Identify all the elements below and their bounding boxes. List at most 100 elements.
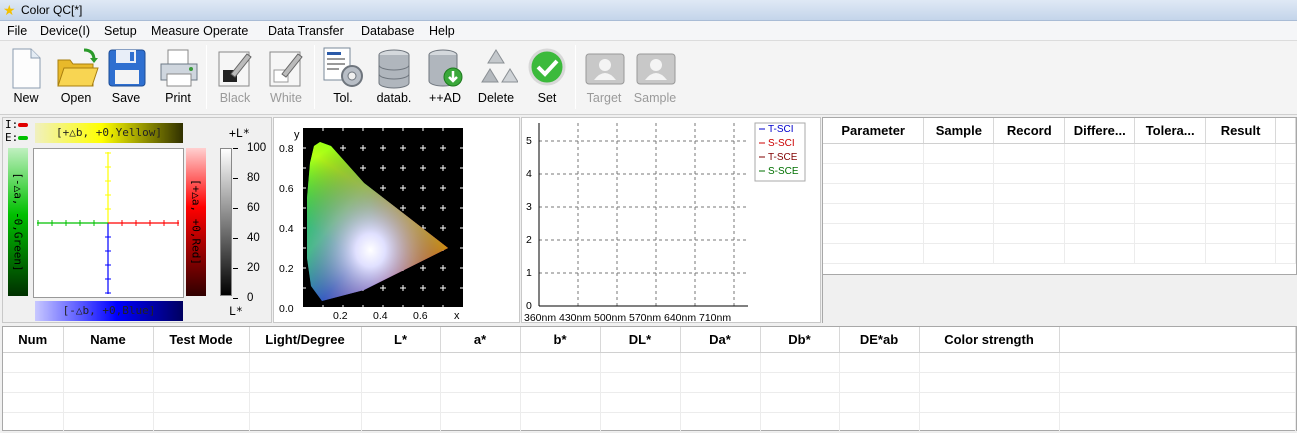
new-button[interactable]: New	[2, 41, 50, 113]
print-label: Print	[165, 91, 191, 105]
column-header[interactable]: Differe...	[1064, 118, 1136, 144]
table-cell	[839, 412, 920, 433]
parameter-table: Parameter Sample Record Differe... Tolera...…	[823, 118, 1296, 264]
legend-entry: T-SCE	[768, 152, 798, 163]
database-button[interactable]: datab.	[370, 41, 418, 113]
menu-setup[interactable]: Setup	[104, 24, 137, 38]
target-person-icon	[585, 53, 625, 85]
column-header[interactable]: Parameter	[823, 118, 925, 144]
column-header[interactable]: Result	[1205, 118, 1277, 144]
add-record-button[interactable]: ++AD	[421, 41, 469, 113]
toolbar: New Open Save Print Black White Tol. dat…	[0, 41, 1297, 115]
table-row[interactable]	[3, 352, 1296, 373]
table-cell	[1134, 163, 1207, 184]
delete-button[interactable]: Delete	[472, 41, 520, 113]
table-cell	[839, 392, 920, 413]
table-cell	[440, 352, 521, 373]
table-cell	[1134, 143, 1207, 164]
lightness-tick-mark	[233, 238, 238, 239]
save-button[interactable]: Save	[102, 41, 150, 113]
column-header[interactable]: Light/Degree	[249, 327, 362, 353]
column-header[interactable]: Test Mode	[153, 327, 250, 353]
table-cell	[1064, 143, 1136, 164]
spectrum-y-tick-label: 2	[526, 234, 532, 246]
table-row[interactable]	[823, 163, 1296, 184]
menu-help[interactable]: Help	[429, 24, 455, 38]
column-header[interactable]: Tolera...	[1134, 118, 1207, 144]
table-cell	[760, 392, 840, 413]
table-cell	[153, 412, 250, 433]
e-indicator-label: E:	[5, 131, 19, 144]
ab-color-difference-panel: I: E: [+△b, +0,Yellow] [-△b, +0,Blue] [-…	[2, 117, 272, 323]
table-cell	[520, 372, 601, 393]
column-header[interactable]: b*	[520, 327, 601, 353]
table-row[interactable]	[823, 183, 1296, 204]
table-cell	[993, 143, 1066, 164]
table-row[interactable]	[3, 412, 1296, 433]
column-header[interactable]: L*	[361, 327, 441, 353]
table-cell	[440, 372, 521, 393]
menu-device[interactable]: Device(I)	[40, 24, 90, 38]
column-header[interactable]: Name	[63, 327, 154, 353]
menu-file[interactable]: File	[7, 24, 27, 38]
table-row[interactable]	[823, 243, 1296, 264]
black-button[interactable]: Black	[211, 41, 259, 113]
menu-database[interactable]: Database	[361, 24, 415, 38]
table-cell	[1059, 352, 1296, 373]
table-cell	[1205, 223, 1277, 244]
cie-x-tick-label: 0.2	[333, 310, 348, 322]
open-button[interactable]: Open	[52, 41, 100, 113]
table-cell	[823, 223, 925, 244]
table-cell	[1134, 243, 1207, 264]
table-cell	[1064, 163, 1136, 184]
cie-x-tick-label: 0.4	[373, 310, 388, 322]
spectrum-y-tick-label: 5	[526, 135, 532, 147]
column-header[interactable]: DE*ab	[839, 327, 920, 353]
table-cell	[923, 243, 995, 264]
table-cell	[600, 352, 681, 373]
column-header[interactable]: Num	[3, 327, 64, 353]
lightness-tick-label: 20	[247, 262, 260, 274]
column-header[interactable]: DL*	[600, 327, 681, 353]
table-cell	[520, 412, 601, 433]
sample-label: Sample	[633, 91, 677, 105]
spectrum-x-tick-label: 710nm	[699, 312, 731, 324]
column-header[interactable]: Sample	[923, 118, 995, 144]
table-cell	[1205, 183, 1277, 204]
table-row[interactable]	[823, 143, 1296, 164]
table-row[interactable]	[823, 223, 1296, 244]
table-row[interactable]	[823, 203, 1296, 224]
tolerance-button[interactable]: Tol.	[319, 41, 367, 113]
table-cell	[839, 352, 920, 373]
table-cell	[919, 372, 1060, 393]
lightness-tick-label: 0	[247, 292, 254, 304]
table-cell	[153, 392, 250, 413]
column-header[interactable]: Da*	[680, 327, 761, 353]
print-button[interactable]: Print	[154, 41, 202, 113]
column-header[interactable]: Db*	[760, 327, 840, 353]
column-header[interactable]: Color strength	[919, 327, 1060, 353]
column-header[interactable]: Record	[993, 118, 1066, 144]
menu-data-transfer[interactable]: Data Transfer	[268, 24, 344, 38]
table-cell	[839, 372, 920, 393]
lightness-tick-mark	[233, 208, 238, 209]
column-header-filler	[1275, 118, 1296, 144]
tolerance-settings-icon	[323, 47, 363, 87]
column-header[interactable]: a*	[440, 327, 521, 353]
menu-measure-operate[interactable]: Measure Operate	[151, 24, 248, 38]
table-cell	[923, 183, 995, 204]
floppy-disk-icon	[108, 49, 146, 87]
set-label: Set	[537, 91, 557, 105]
table-cell	[993, 163, 1066, 184]
table-cell	[600, 372, 681, 393]
table-cell	[1275, 243, 1296, 264]
sample-button[interactable]: Sample	[631, 41, 679, 113]
table-row[interactable]	[3, 392, 1296, 413]
target-button[interactable]: Target	[580, 41, 628, 113]
table-cell	[3, 392, 64, 413]
table-cell	[680, 372, 761, 393]
table-row[interactable]	[3, 372, 1296, 393]
database-icon	[378, 49, 410, 89]
set-button[interactable]: Set	[523, 41, 571, 113]
white-button[interactable]: White	[262, 41, 310, 113]
